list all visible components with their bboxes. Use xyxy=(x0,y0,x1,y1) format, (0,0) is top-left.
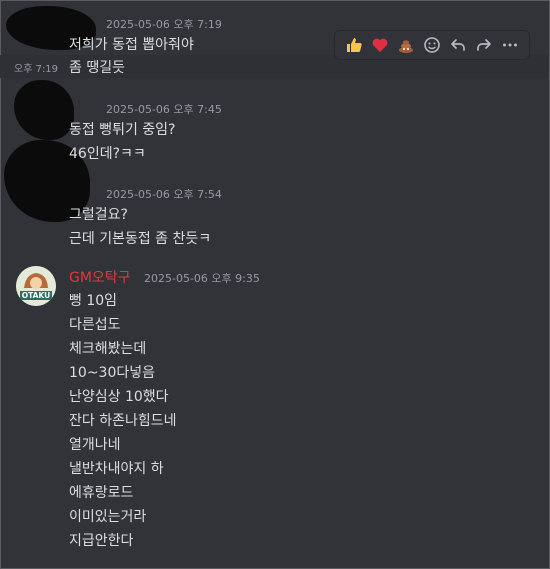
message-text: 10~30다넣음 xyxy=(69,365,155,381)
message-text: 체크해봤는데 xyxy=(69,341,147,357)
thumbs-up-icon[interactable] xyxy=(344,35,364,55)
message-text: 뻥 10임 xyxy=(69,293,118,309)
message-timestamp: 2025-05-06 오후 7:54 xyxy=(106,188,222,201)
message-text: 저희가 동접 뽑아줘야 xyxy=(69,37,194,53)
message-text: 열개나네 xyxy=(69,437,121,453)
forward-icon[interactable] xyxy=(474,35,494,55)
message-author[interactable]: GM오탁구 xyxy=(69,267,131,287)
message-timestamp: 2025-05-06 오후 7:45 xyxy=(106,103,222,116)
message-text: 난양심상 10했다 xyxy=(69,389,169,405)
heart-icon[interactable] xyxy=(370,35,390,55)
reply-icon[interactable] xyxy=(448,35,468,55)
message-timestamp: 2025-05-06 오후 7:19 xyxy=(106,18,222,31)
message-text: 이미있는거라 xyxy=(69,509,147,525)
hover-timestamp: 오후 7:19 xyxy=(14,64,59,75)
message-text: 잔다 하존나힘드네 xyxy=(69,413,177,429)
message-text: 근데 기본동접 좀 찬듯ㅋ xyxy=(69,231,212,247)
avatar-text: OTAKU xyxy=(22,291,50,300)
message-text: 지급안한다 xyxy=(69,533,134,549)
message-timestamp: 2025-05-06 오후 9:35 xyxy=(144,272,260,285)
message-text: 다른섭도 xyxy=(69,317,121,333)
avatar[interactable]: OTAKU xyxy=(16,266,56,306)
message-text: 46인데?ㅋㅋ xyxy=(69,146,146,162)
more-icon[interactable] xyxy=(500,35,520,55)
message-text: 동접 뻥튀기 중임? xyxy=(69,122,176,138)
message-action-toolbar xyxy=(334,30,530,60)
message-text: 에휴랑로드 xyxy=(69,485,134,501)
message-text: 그럴걸요? xyxy=(69,207,128,223)
message-text: 좀 땡길듯 xyxy=(69,60,125,76)
add-reaction-icon[interactable] xyxy=(422,35,442,55)
poop-icon[interactable] xyxy=(396,35,416,55)
message-text: 낼반차내야지 하 xyxy=(69,461,164,477)
